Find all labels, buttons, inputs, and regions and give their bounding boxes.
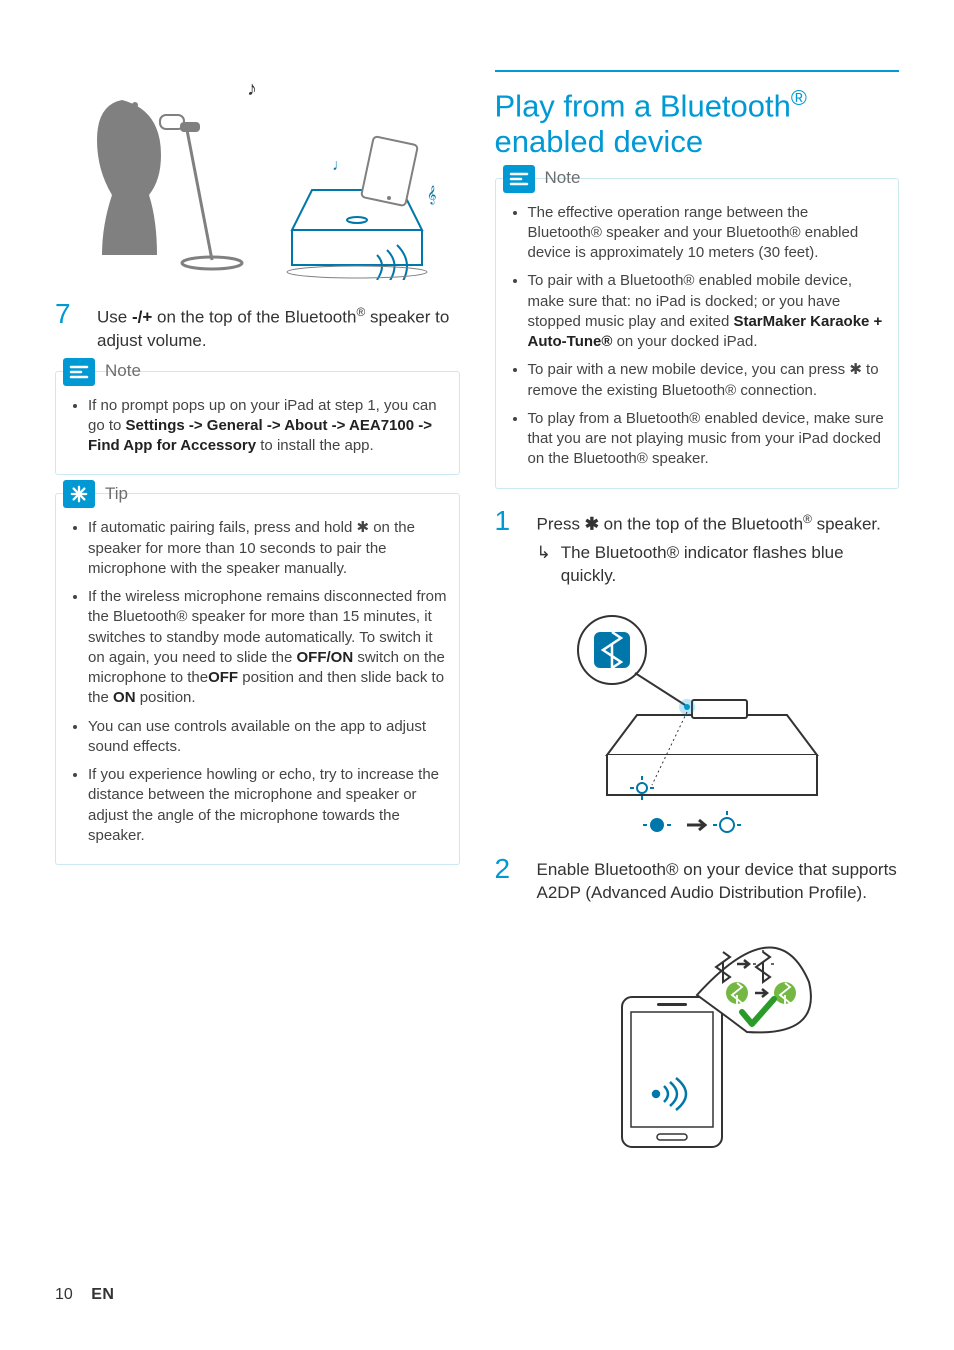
step-result: ↳ The Bluetooth® indicator flashes blue … bbox=[537, 542, 900, 588]
step-7: 7 Use -/+ on the top of the Bluetooth® s… bbox=[55, 300, 460, 353]
page-footer: 10 EN bbox=[55, 1284, 114, 1306]
tip-list: If automatic pairing fails, press and ho… bbox=[68, 518, 447, 846]
svg-text:♩: ♩ bbox=[332, 157, 348, 174]
svg-text:𝄞: 𝄞 bbox=[427, 186, 436, 205]
note-callout: Note The effective operation range betwe… bbox=[495, 178, 900, 489]
list-item: If no prompt pops up on your iPad at ste… bbox=[88, 396, 447, 457]
step-1: 1 Press ✱ on the top of the Bluetooth® s… bbox=[495, 507, 900, 588]
step-number: 7 bbox=[55, 300, 79, 353]
list-item: You can use controls available on the ap… bbox=[88, 717, 447, 758]
tip-callout: Tip If automatic pairing fails, press an… bbox=[55, 493, 460, 865]
step-number: 2 bbox=[495, 855, 519, 905]
list-item: If automatic pairing fails, press and ho… bbox=[88, 518, 447, 579]
asterisk-icon bbox=[63, 480, 95, 508]
lang-code: EN bbox=[91, 1286, 114, 1303]
list-item: To pair with a new mobile device, you ca… bbox=[528, 360, 887, 401]
karaoke-illustration: ♪ ♩ 𝄞 bbox=[55, 70, 460, 280]
list-item: To play from a Bluetooth® enabled device… bbox=[528, 409, 887, 470]
list-item: To pair with a Bluetooth® enabled mobile… bbox=[528, 271, 887, 352]
callout-title: Tip bbox=[105, 483, 128, 506]
note-lines-icon bbox=[63, 358, 95, 386]
svg-text:♪: ♪ bbox=[247, 78, 257, 100]
result-arrow-icon: ↳ bbox=[537, 542, 551, 588]
page-number: 10 bbox=[55, 1286, 73, 1303]
phone-bt-illustration bbox=[495, 917, 900, 1152]
callout-title: Note bbox=[105, 360, 141, 383]
speaker-bt-illustration bbox=[495, 600, 900, 835]
note-lines-icon bbox=[503, 165, 535, 193]
bluetooth-icon: ✱ bbox=[585, 514, 599, 533]
step-text: Enable Bluetooth® on your device that su… bbox=[537, 855, 900, 905]
step-2: 2 Enable Bluetooth® on your device that … bbox=[495, 855, 900, 905]
list-item: If the wireless microphone remains disco… bbox=[88, 587, 447, 709]
note-list: The effective operation range between th… bbox=[508, 203, 887, 470]
step-text: Use -/+ on the top of the Bluetooth® spe… bbox=[97, 300, 460, 353]
list-item: The effective operation range between th… bbox=[528, 203, 887, 264]
note-callout: Note If no prompt pops up on your iPad a… bbox=[55, 371, 460, 476]
note-list: If no prompt pops up on your iPad at ste… bbox=[68, 396, 447, 457]
callout-title: Note bbox=[545, 167, 581, 190]
step-text: Press ✱ on the top of the Bluetooth® spe… bbox=[537, 507, 900, 588]
section-heading: Play from a Bluetooth® enabled device bbox=[495, 70, 900, 160]
right-column: Play from a Bluetooth® enabled device No… bbox=[495, 70, 900, 1300]
manual-page: ♪ ♩ 𝄞 bbox=[0, 0, 954, 1350]
step-number: 1 bbox=[495, 507, 519, 588]
list-item: If you experience howling or echo, try t… bbox=[88, 765, 447, 846]
left-column: ♪ ♩ 𝄞 bbox=[55, 70, 460, 1300]
